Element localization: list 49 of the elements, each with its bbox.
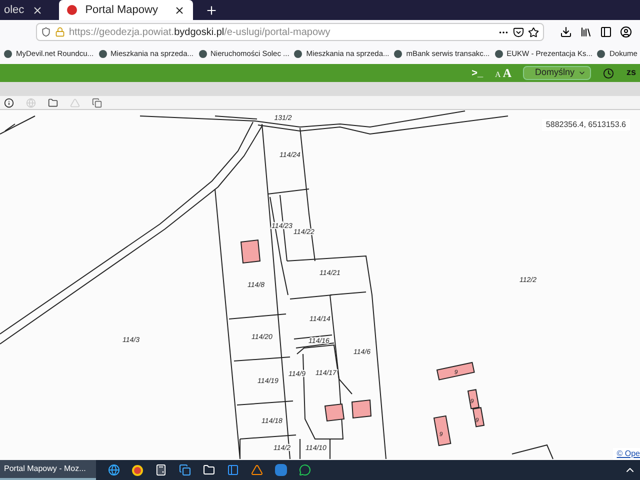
browser-icon[interactable] [108, 464, 120, 476]
favicon-icon [494, 50, 503, 58]
copy-icon[interactable] [92, 98, 102, 108]
download-icon[interactable] [560, 26, 572, 38]
building-shape [240, 239, 261, 264]
building-shape [467, 389, 480, 410]
font-small-button[interactable]: A [495, 69, 501, 81]
building-shape [433, 415, 452, 446]
chat-icon[interactable] [299, 464, 311, 476]
browser-tab[interactable]: Portal Mapowy [59, 0, 194, 20]
profile-dropdown[interactable]: Domyślny [523, 66, 592, 80]
new-tab-icon[interactable] [205, 4, 218, 16]
chrome-icon[interactable] [132, 464, 143, 476]
font-large-button[interactable]: A [502, 64, 512, 82]
favicon-icon [98, 50, 107, 58]
window-icon[interactable] [227, 464, 239, 476]
clock-icon[interactable] [603, 68, 614, 78]
close-icon[interactable] [32, 4, 44, 16]
favicon-icon [394, 50, 402, 58]
favicon-icon [198, 50, 207, 58]
site-logo-icon [67, 5, 78, 15]
layers-icon[interactable] [48, 98, 58, 108]
folder-icon[interactable] [203, 464, 215, 476]
browser-tab[interactable]: olec [0, 0, 48, 20]
shield-icon[interactable] [41, 27, 51, 37]
pocket-icon[interactable] [513, 26, 524, 38]
caret-icon [578, 69, 586, 77]
library-icon[interactable] [580, 26, 592, 38]
taskbar-window-button[interactable]: Portal Mapowy - Moz... [0, 460, 96, 480]
attribution-link[interactable]: © Ope [612, 448, 640, 460]
favicon-icon [597, 50, 606, 58]
sidebar-icon[interactable] [600, 26, 612, 38]
calculator-icon[interactable] [155, 464, 167, 476]
star-icon[interactable] [528, 26, 539, 38]
building-shape [472, 407, 485, 428]
building-shape [324, 403, 345, 422]
building-shape [351, 399, 372, 419]
app-icon[interactable] [179, 464, 191, 476]
address-field[interactable]: https://geodezja.powiat.bydgoski.pl/e-uslugi/portal-mapowy [36, 23, 544, 41]
console-button[interactable]: >_ [472, 66, 484, 80]
user-label[interactable]: zs [626, 66, 636, 80]
info-icon[interactable] [4, 98, 14, 108]
lock-icon[interactable] [55, 27, 65, 37]
account-icon[interactable] [620, 26, 632, 38]
close-icon[interactable] [174, 4, 186, 16]
favicon-icon [294, 50, 302, 58]
favicon-icon [4, 50, 12, 58]
coordinates-readout: 5882356.4, 6513153.6 [542, 119, 630, 131]
parcel-boundary [512, 444, 554, 460]
